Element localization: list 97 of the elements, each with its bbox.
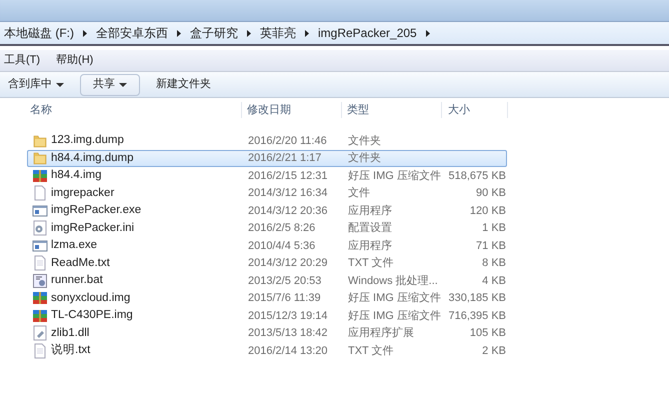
- menu-item[interactable]: 工具(T): [4, 52, 40, 69]
- file-name: runner.bat: [51, 273, 103, 288]
- date-cell-text: 2015/12/3 19:14: [247, 308, 329, 324]
- type-cell-text: 文件: [347, 186, 371, 201]
- type-cell-text: 应用程序: [347, 238, 393, 254]
- file-name: ReadMe.txt: [51, 256, 110, 271]
- type-cell-text: 好压 IMG 压缩文件: [347, 290, 442, 306]
- library-file-icon: [32, 325, 48, 342]
- menu-item[interactable]: 帮助(H): [56, 52, 94, 69]
- file-name: TL-C430PE.img: [51, 308, 133, 324]
- type-cell-text: 好压 IMG 压缩文件: [347, 168, 442, 184]
- caret-icon: [119, 80, 127, 88]
- size-cell-text: 1 KB: [481, 221, 506, 236]
- file-row[interactable]: imgRePacker.exe 2014/3/12 20:36 应用程序 120 KB: [27, 202, 507, 220]
- column-header[interactable]: 类型: [342, 102, 442, 118]
- file-row[interactable]: runner.bat 2013/2/5 20:53 Windows 批处理... 4 KB: [27, 272, 507, 290]
- script-file-icon: [32, 272, 48, 289]
- date-cell-text: 2016/2/14 13:20: [247, 344, 329, 358]
- file-row[interactable]: ReadMe.txt 2014/3/12 20:29 TXT 文件 8 KB: [27, 254, 507, 272]
- folder-icon: [32, 150, 48, 166]
- file-row[interactable]: 123.img.dump 2016/2/20 11:46 文件夹: [27, 132, 507, 150]
- caret-icon: [56, 80, 64, 88]
- toolbar-button[interactable]: 新建文件夹: [148, 74, 219, 96]
- date-cell-text: 2016/2/21 1:17: [247, 151, 322, 166]
- size-cell-text: 90 KB: [475, 186, 506, 201]
- type-cell-text: 配置设置: [347, 221, 393, 236]
- type-cell-text: TXT 文件: [347, 344, 395, 358]
- date-cell-text: 2016/2/5 8:26: [247, 221, 316, 236]
- size-cell-text: 71 KB: [475, 238, 506, 254]
- type-cell-text: TXT 文件: [347, 256, 395, 271]
- breadcrumb[interactable]: 英菲亮: [260, 24, 296, 42]
- file-name: imgRePacker.exe: [51, 203, 142, 218]
- size-cell-text: 4 KB: [481, 274, 506, 288]
- breadcrumb[interactable]: 盒子研究: [190, 24, 238, 42]
- date-cell-text: 2016/2/15 12:31: [247, 168, 329, 184]
- size-cell-text: 2 KB: [481, 344, 506, 358]
- date-cell-text: 2016/2/20 11:46: [247, 134, 328, 148]
- file-row[interactable]: sonyxcloud.img 2015/7/6 11:39 好压 IMG 压缩文件 330,185 KB: [27, 290, 507, 307]
- size-cell-text: 716,395 KB: [448, 308, 506, 324]
- file-row[interactable]: imgRePacker.ini 2016/2/5 8:26 配置设置 1 KB: [27, 220, 507, 237]
- size-cell-text: 518,675 KB: [448, 168, 506, 184]
- date-cell-text: 2010/4/4 5:36: [247, 238, 316, 254]
- chevron-right-icon: [246, 30, 252, 36]
- gear-icon: [32, 220, 48, 236]
- file-name: 说明.txt: [51, 342, 90, 358]
- date-cell-text: 2013/5/13 18:42: [247, 326, 329, 341]
- breadcrumb[interactable]: 本地磁盘 (F:): [4, 24, 74, 42]
- column-header[interactable]: 大小: [442, 102, 508, 118]
- date-cell-text: 2014/3/12 20:29: [247, 256, 329, 271]
- type-cell-text: 好压 IMG 压缩文件: [347, 308, 442, 324]
- size-cell-text: 8 KB: [481, 256, 506, 271]
- file-row[interactable]: h84.4.img 2016/2/15 12:31 好压 IMG 压缩文件 518,675 KB: [27, 167, 507, 184]
- folder-icon: [32, 132, 48, 149]
- chevron-right-icon: [176, 30, 182, 36]
- breadcrumb[interactable]: 全部安卓东西: [96, 24, 168, 42]
- file-name: sonyxcloud.img: [51, 290, 130, 306]
- file-name: imgRePacker.ini: [51, 220, 134, 236]
- archive-icon: [32, 290, 48, 306]
- toolbar-button[interactable]: 含到库中: [0, 74, 72, 96]
- file-icon: [32, 185, 48, 202]
- toolbar-button[interactable]: 共享: [80, 74, 140, 96]
- file-row[interactable]: zlib1.dll 2013/5/13 18:42 应用程序扩展 105 KB: [27, 324, 507, 342]
- archive-icon: [32, 308, 48, 324]
- file-name: 123.img.dump: [51, 133, 124, 148]
- file-row[interactable]: lzma.exe 2010/4/4 5:36 应用程序 71 KB: [27, 237, 507, 254]
- type-cell-text: 应用程序扩展: [347, 326, 415, 341]
- file-row[interactable]: h84.4.img.dump 2016/2/21 1:17 文件夹: [27, 150, 507, 167]
- breadcrumb[interactable]: imgRePacker_205: [318, 24, 417, 42]
- text-file-icon: [32, 255, 48, 272]
- archive-icon: [32, 168, 48, 184]
- file-row[interactable]: 说明.txt 2016/2/14 13:20 TXT 文件 2 KB: [27, 342, 507, 360]
- column-header[interactable]: 修改日期: [242, 102, 342, 118]
- type-cell-text: 应用程序: [347, 204, 393, 218]
- column-header[interactable]: 名称: [0, 102, 242, 118]
- size-cell-text: 105 KB: [468, 326, 506, 341]
- chevron-right-icon: [424, 30, 431, 36]
- date-cell-text: 2014/3/12 16:34: [247, 186, 329, 201]
- file-name: lzma.exe: [51, 238, 98, 254]
- chevron-right-icon: [304, 30, 310, 36]
- file-name: h84.4.img.dump: [51, 150, 134, 166]
- file-name: h84.4.img: [51, 168, 102, 184]
- date-cell-text: 2013/2/5 20:53: [247, 274, 322, 288]
- type-cell-text: 文件夹: [347, 134, 382, 148]
- text-file-icon: [32, 342, 48, 359]
- file-row[interactable]: imgrepacker 2014/3/12 16:34 文件 90 KB: [27, 184, 507, 202]
- date-cell-text: 2015/7/6 11:39: [247, 291, 322, 306]
- date-cell-text: 2014/3/12 20:36: [247, 204, 329, 218]
- file-name: imgrepacker: [51, 186, 114, 201]
- program-window-icon: [32, 202, 48, 219]
- size-cell-text: 120 KB: [468, 204, 506, 218]
- chevron-right-icon: [82, 30, 88, 36]
- type-cell-text: Windows 批处理...: [347, 274, 439, 288]
- program-window-icon: [32, 238, 48, 254]
- file-name: zlib1.dll: [51, 326, 90, 341]
- size-cell-text: 330,185 KB: [448, 291, 506, 306]
- type-cell-text: 文件夹: [347, 150, 382, 166]
- file-row[interactable]: TL-C430PE.img 2015/12/3 19:14 好压 IMG 压缩文件 716,395 KB: [27, 307, 507, 324]
